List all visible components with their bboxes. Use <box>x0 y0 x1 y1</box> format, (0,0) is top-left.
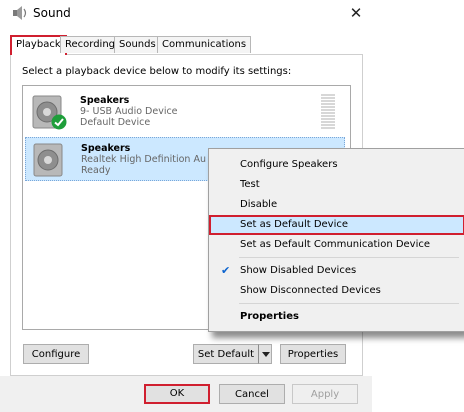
title-bar: Sound ✕ <box>0 0 372 26</box>
menu-separator <box>239 303 459 304</box>
device-text: Speakers 9- USB Audio Device Default Dev… <box>80 95 178 128</box>
context-menu: Configure Speakers Test Disable Set as D… <box>208 148 464 332</box>
menu-item-disable[interactable]: Disable <box>209 195 464 215</box>
apply-button[interactable]: Apply <box>292 384 358 404</box>
device-item-usb-speakers[interactable]: Speakers 9- USB Audio Device Default Dev… <box>25 90 345 134</box>
menu-item-label: Disable <box>240 199 278 210</box>
ok-button[interactable]: OK <box>144 384 210 404</box>
set-default-dropdown-icon[interactable] <box>258 344 272 364</box>
menu-item-label: Properties <box>240 311 299 322</box>
device-text: Speakers Realtek High Definition Au Read… <box>81 143 206 176</box>
window-title: Sound <box>33 6 71 20</box>
menu-item-label: Configure Speakers <box>240 159 338 170</box>
close-icon[interactable]: ✕ <box>346 3 366 23</box>
set-default-button[interactable]: Set Default <box>193 344 259 364</box>
menu-item-label: Show Disconnected Devices <box>240 285 381 296</box>
menu-item-label: Set as Default Communication Device <box>240 239 431 250</box>
device-name: Speakers <box>80 95 130 106</box>
green-check-icon <box>51 114 67 130</box>
properties-button[interactable]: Properties <box>280 344 346 364</box>
speaker-device-icon <box>33 143 63 177</box>
device-driver: Realtek High Definition Au <box>81 154 206 165</box>
volume-meter <box>321 94 335 130</box>
device-name: Speakers <box>81 143 131 154</box>
tab-recording[interactable]: Recording <box>60 36 121 53</box>
menu-item-properties[interactable]: Properties <box>209 307 464 327</box>
menu-item-configure-speakers[interactable]: Configure Speakers <box>209 155 464 175</box>
menu-item-set-default-device[interactable]: Set as Default Device <box>209 215 464 235</box>
menu-item-label: Set as Default Device <box>240 219 349 230</box>
device-status: Ready <box>81 165 111 176</box>
tab-sounds[interactable]: Sounds <box>114 36 161 53</box>
device-driver: 9- USB Audio Device <box>80 106 178 117</box>
checkmark-icon: ✔ <box>221 264 231 277</box>
instruction-text: Select a playback device below to modify… <box>22 66 292 77</box>
menu-item-set-default-communication-device[interactable]: Set as Default Communication Device <box>209 235 464 255</box>
configure-button[interactable]: Configure <box>23 344 89 364</box>
menu-separator <box>239 257 459 258</box>
menu-item-label: Show Disabled Devices <box>240 265 357 276</box>
tab-playback[interactable]: Playback <box>10 35 67 55</box>
menu-item-test[interactable]: Test <box>209 175 464 195</box>
menu-item-show-disabled-devices[interactable]: ✔ Show Disabled Devices <box>209 261 464 281</box>
menu-item-label: Test <box>240 179 260 190</box>
speaker-icon <box>13 6 27 20</box>
menu-item-show-disconnected-devices[interactable]: Show Disconnected Devices <box>209 281 464 301</box>
device-status: Default Device <box>80 117 151 128</box>
cancel-button[interactable]: Cancel <box>219 384 285 404</box>
tab-communications[interactable]: Communications <box>157 36 252 53</box>
